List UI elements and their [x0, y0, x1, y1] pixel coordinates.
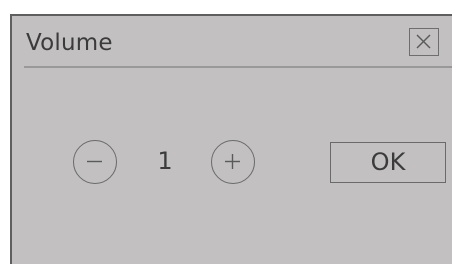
close-button[interactable]	[409, 28, 439, 56]
close-icon	[416, 34, 431, 49]
plus-icon	[225, 154, 240, 169]
ok-button[interactable]: OK	[330, 142, 446, 183]
increase-volume-button[interactable]	[211, 140, 255, 184]
decrease-volume-button[interactable]	[73, 140, 117, 184]
volume-value: 1	[157, 147, 173, 175]
title-divider	[24, 66, 452, 68]
minus-icon	[87, 160, 102, 163]
dialog-title: Volume	[26, 30, 113, 56]
volume-dialog: Volume 1 OK	[10, 14, 452, 264]
